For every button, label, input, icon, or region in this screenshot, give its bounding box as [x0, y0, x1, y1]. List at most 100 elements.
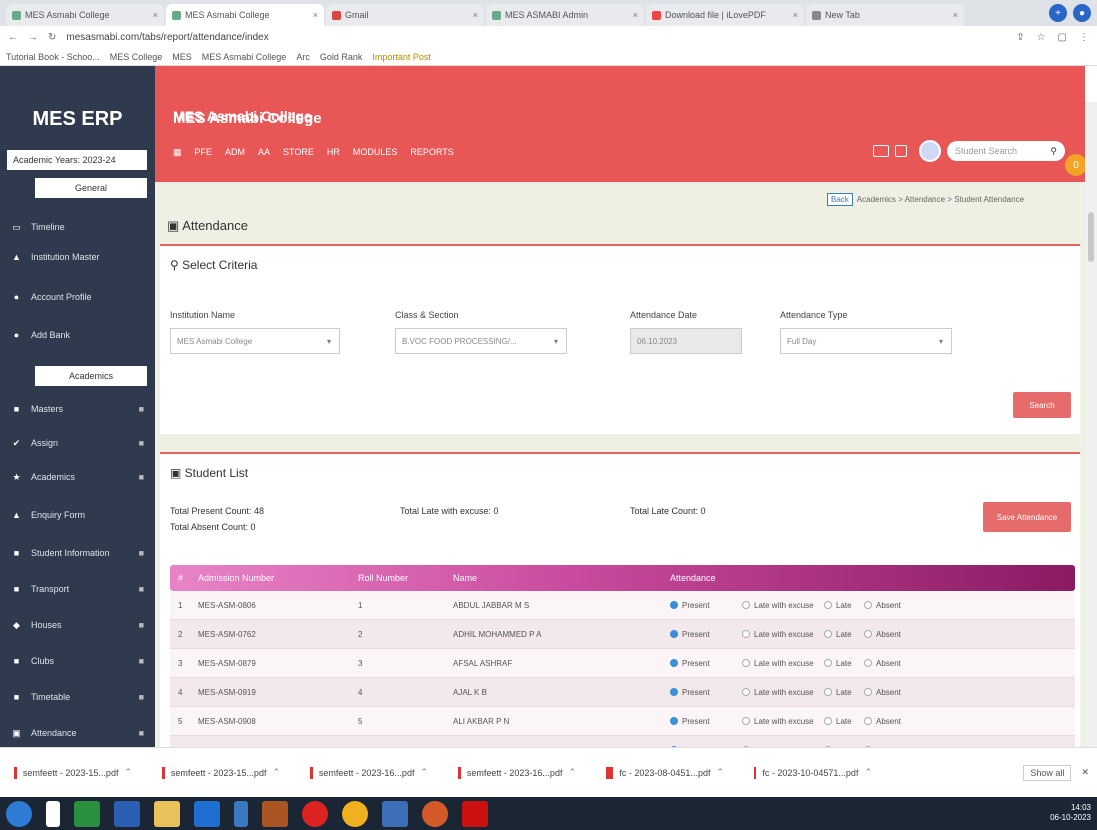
present-radio[interactable] [670, 688, 678, 696]
save-attendance-button[interactable]: Save Attendance [983, 502, 1071, 532]
forward-icon[interactable]: → [28, 32, 38, 43]
sidebar-item-clubs[interactable]: ■ Clubs ■ [0, 648, 155, 674]
late-with-excuse-radio[interactable] [742, 659, 750, 667]
sidebar-item-institution[interactable]: ▲ Institution Master [0, 244, 155, 270]
browser-tab[interactable]: MES Asmabi College × [6, 4, 164, 26]
nav-item[interactable]: HR [327, 147, 340, 158]
sidebar-item-account[interactable]: ● Account Profile [0, 284, 155, 310]
present-radio[interactable] [670, 601, 678, 609]
attendance-date-field[interactable]: 06.10.2023 [630, 328, 742, 354]
chevron-down-icon[interactable]: ⌃ [272, 767, 280, 778]
present-radio[interactable] [670, 717, 678, 725]
app-logo[interactable]: MES ERP [0, 108, 155, 131]
word-icon[interactable] [382, 800, 408, 827]
camera-icon[interactable] [895, 145, 907, 157]
url-input[interactable]: mesasmabi.com/tabs/report/attendance/ind… [66, 32, 1004, 43]
absent-radio[interactable] [864, 659, 872, 667]
close-icon[interactable]: × [313, 10, 318, 20]
late-with-excuse-radio[interactable] [742, 717, 750, 725]
expand-icon[interactable]: ■ [139, 548, 144, 558]
nav-item[interactable]: ADM [225, 147, 245, 158]
device-icon[interactable] [234, 800, 248, 827]
class-section-select[interactable]: B.VOC FOOD PROCESSING/... ▾ [395, 328, 567, 354]
close-icon[interactable]: × [953, 10, 958, 20]
sidebar-item-assign[interactable]: ✔ Assign ■ [0, 430, 155, 456]
page-scrollbar[interactable] [1085, 102, 1097, 747]
late-with-excuse-radio[interactable] [742, 601, 750, 609]
absent-radio[interactable] [864, 717, 872, 725]
browser-tab[interactable]: Download file | iLovePDF × [646, 4, 804, 26]
late-radio[interactable] [824, 717, 832, 725]
extensions-icon[interactable]: ▢ [1058, 32, 1067, 43]
sidebar-item-timeline[interactable]: ▭ Timeline [0, 214, 155, 240]
download-item[interactable]: semfeett - 2023-16...pdf ⌃ [310, 766, 428, 779]
scrollbar-thumb[interactable] [1088, 212, 1094, 262]
bookmark-item[interactable]: Tutorial Book - Schoo... [6, 52, 100, 62]
chevron-down-icon[interactable]: ⌃ [124, 767, 132, 778]
expand-icon[interactable]: ■ [139, 620, 144, 630]
nav-item[interactable]: MODULES [353, 147, 398, 158]
browser-tab-active[interactable]: MES Asmabi College × [166, 4, 324, 26]
menu-icon[interactable]: ⋮ [1079, 32, 1089, 43]
student-search-input[interactable]: Student Search ⚲ [947, 141, 1065, 161]
expand-icon[interactable]: ■ [139, 692, 144, 702]
show-all-button[interactable]: Show all [1023, 764, 1072, 781]
search-icon[interactable]: ⚲ [1050, 146, 1057, 157]
bookmark-item[interactable]: Arc [296, 52, 310, 62]
folder-icon[interactable] [154, 800, 180, 827]
browser-tab[interactable]: Gmail × [326, 4, 484, 26]
sidebar-item-student-info[interactable]: ■ Student Information ■ [0, 540, 155, 566]
notification-badge[interactable]: 0 [1065, 154, 1087, 176]
sidebar-item-houses[interactable]: ◆ Houses ■ [0, 612, 155, 638]
start-icon[interactable] [6, 800, 32, 827]
nav-item[interactable]: REPORTS [410, 147, 453, 158]
download-item[interactable]: semfeett - 2023-16...pdf ⌃ [458, 766, 576, 779]
bookmark-item[interactable]: Gold Rank [320, 52, 363, 62]
bookmark-item[interactable]: MES [172, 52, 192, 62]
bookmark-item[interactable]: MES College [110, 52, 163, 62]
absent-radio[interactable] [864, 688, 872, 696]
sidebar-item-transport[interactable]: ■ Transport ■ [0, 576, 155, 602]
monitor-icon[interactable] [873, 145, 889, 157]
system-clock[interactable]: 14:03 06-10-2023 [1050, 803, 1091, 823]
sidebar-item-enquiry[interactable]: ▲ Enquiry Form [0, 502, 155, 528]
close-icon[interactable]: × [633, 10, 638, 20]
close-icon[interactable]: × [793, 10, 798, 20]
close-icon[interactable]: × [153, 10, 158, 20]
menu-toggle-icon[interactable]: ▦ [173, 147, 182, 158]
pdf-reader-icon[interactable] [462, 800, 488, 827]
nav-item[interactable]: STORE [283, 147, 314, 158]
download-item[interactable]: fc - 2023-10-04571...pdf ⌃ [754, 766, 872, 779]
late-radio[interactable] [824, 659, 832, 667]
late-radio[interactable] [824, 601, 832, 609]
late-radio[interactable] [824, 630, 832, 638]
firefox-icon[interactable] [422, 800, 448, 827]
nav-item[interactable]: AA [258, 147, 270, 158]
bookmark-item[interactable]: Important Post [372, 52, 431, 62]
browser-tab[interactable]: MES ASMABI Admin × [486, 4, 644, 26]
academic-year-select[interactable]: Academic Years: 2023-24 [7, 150, 147, 170]
profile-icon[interactable]: ● [1073, 4, 1091, 22]
reload-icon[interactable]: ↻ [48, 32, 56, 43]
chevron-down-icon[interactable]: ⌃ [420, 767, 428, 778]
media-icon[interactable] [262, 800, 288, 827]
search-button[interactable]: Search [1013, 392, 1071, 418]
close-icon[interactable]: × [473, 10, 478, 20]
late-with-excuse-radio[interactable] [742, 688, 750, 696]
expand-icon[interactable]: ■ [139, 472, 144, 482]
close-icon[interactable]: ✕ [1081, 767, 1089, 778]
nav-item[interactable]: PFE [195, 147, 213, 158]
chrome-icon[interactable] [342, 800, 368, 827]
avatar[interactable] [919, 140, 941, 162]
sidebar-item-attendance[interactable]: ▣ Attendance ■ [0, 720, 155, 746]
present-radio[interactable] [670, 659, 678, 667]
browser-tab[interactable]: New Tab × [806, 4, 964, 26]
late-radio[interactable] [824, 688, 832, 696]
share-icon[interactable]: ⇪ [1016, 32, 1024, 43]
back-icon[interactable]: ← [8, 32, 18, 43]
back-button[interactable]: Back [827, 193, 853, 206]
ie-icon[interactable] [194, 800, 220, 827]
expand-icon[interactable]: ■ [139, 728, 144, 738]
expand-icon[interactable]: ■ [139, 584, 144, 594]
app-icon[interactable] [114, 800, 140, 827]
